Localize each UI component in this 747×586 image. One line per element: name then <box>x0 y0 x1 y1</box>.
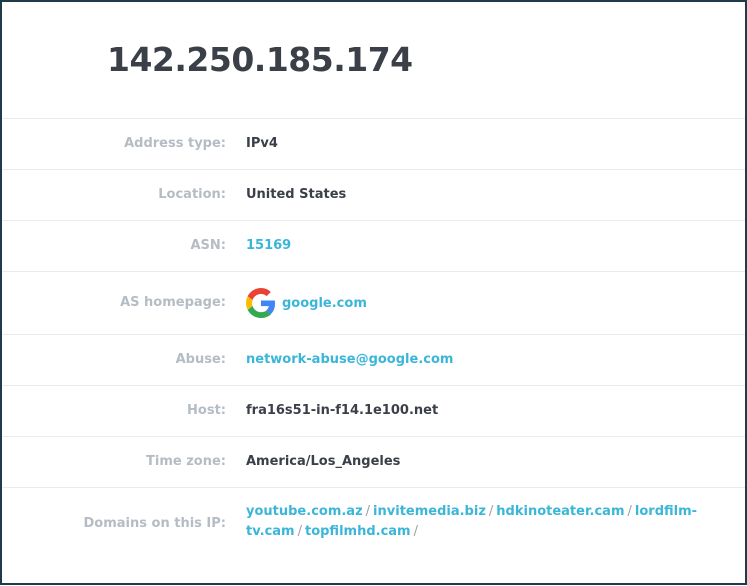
domains-list: youtube.com.az / invitemedia.biz / hdkinotea… <box>246 502 736 542</box>
row-address-type: Address type: IPv4 <box>2 118 745 169</box>
as-homepage-value: google.com <box>246 288 367 318</box>
host-value: fra16s51-in-f14.1e100.net <box>246 403 439 418</box>
google-g-logo-icon <box>246 288 276 318</box>
domain-separator: / <box>627 504 632 519</box>
domain-link[interactable]: topfilmhd.cam <box>305 524 411 539</box>
row-as-homepage: AS homepage: google.com <box>2 271 745 334</box>
row-domains: Domains on this IP: youtube.com.az / invit… <box>2 487 745 586</box>
as-homepage-label: AS homepage: <box>120 295 226 310</box>
row-asn: ASN: 15169 <box>2 220 745 271</box>
address-type-label: Address type: <box>124 136 226 151</box>
location-label: Location: <box>158 187 226 202</box>
abuse-label: Abuse: <box>175 352 226 367</box>
abuse-email-link[interactable]: network-abuse@google.com <box>246 352 453 367</box>
time-zone-label: Time zone: <box>146 454 226 469</box>
domain-separator: / <box>413 524 418 539</box>
as-homepage-link[interactable]: google.com <box>282 296 367 311</box>
domain-link[interactable]: youtube.com.az <box>246 504 363 519</box>
row-time-zone: Time zone: America/Los_Angeles <box>2 436 745 487</box>
domain-separator: / <box>297 524 302 539</box>
domains-label: Domains on this IP: <box>83 516 226 531</box>
host-label: Host: <box>187 403 226 418</box>
info-table: Address type: IPv4 Location: United Stat… <box>2 118 745 586</box>
row-location: Location: United States <box>2 169 745 220</box>
domain-separator: / <box>488 504 494 519</box>
ip-address-title: 142.250.185.174 <box>107 40 413 79</box>
location-value: United States <box>246 187 347 202</box>
domain-link[interactable]: hdkinoteater.cam <box>496 504 624 519</box>
address-type-value: IPv4 <box>246 136 278 151</box>
time-zone-value: America/Los_Angeles <box>246 454 401 469</box>
domain-separator: / <box>365 504 371 519</box>
asn-label: ASN: <box>190 238 226 253</box>
row-abuse: Abuse: network-abuse@google.com <box>2 334 745 385</box>
asn-link[interactable]: 15169 <box>246 238 291 253</box>
domain-link[interactable]: invitemedia.biz <box>373 504 486 519</box>
row-host: Host: fra16s51-in-f14.1e100.net <box>2 385 745 436</box>
ip-info-panel: 142.250.185.174 Address type: IPv4 Locat… <box>0 0 747 585</box>
